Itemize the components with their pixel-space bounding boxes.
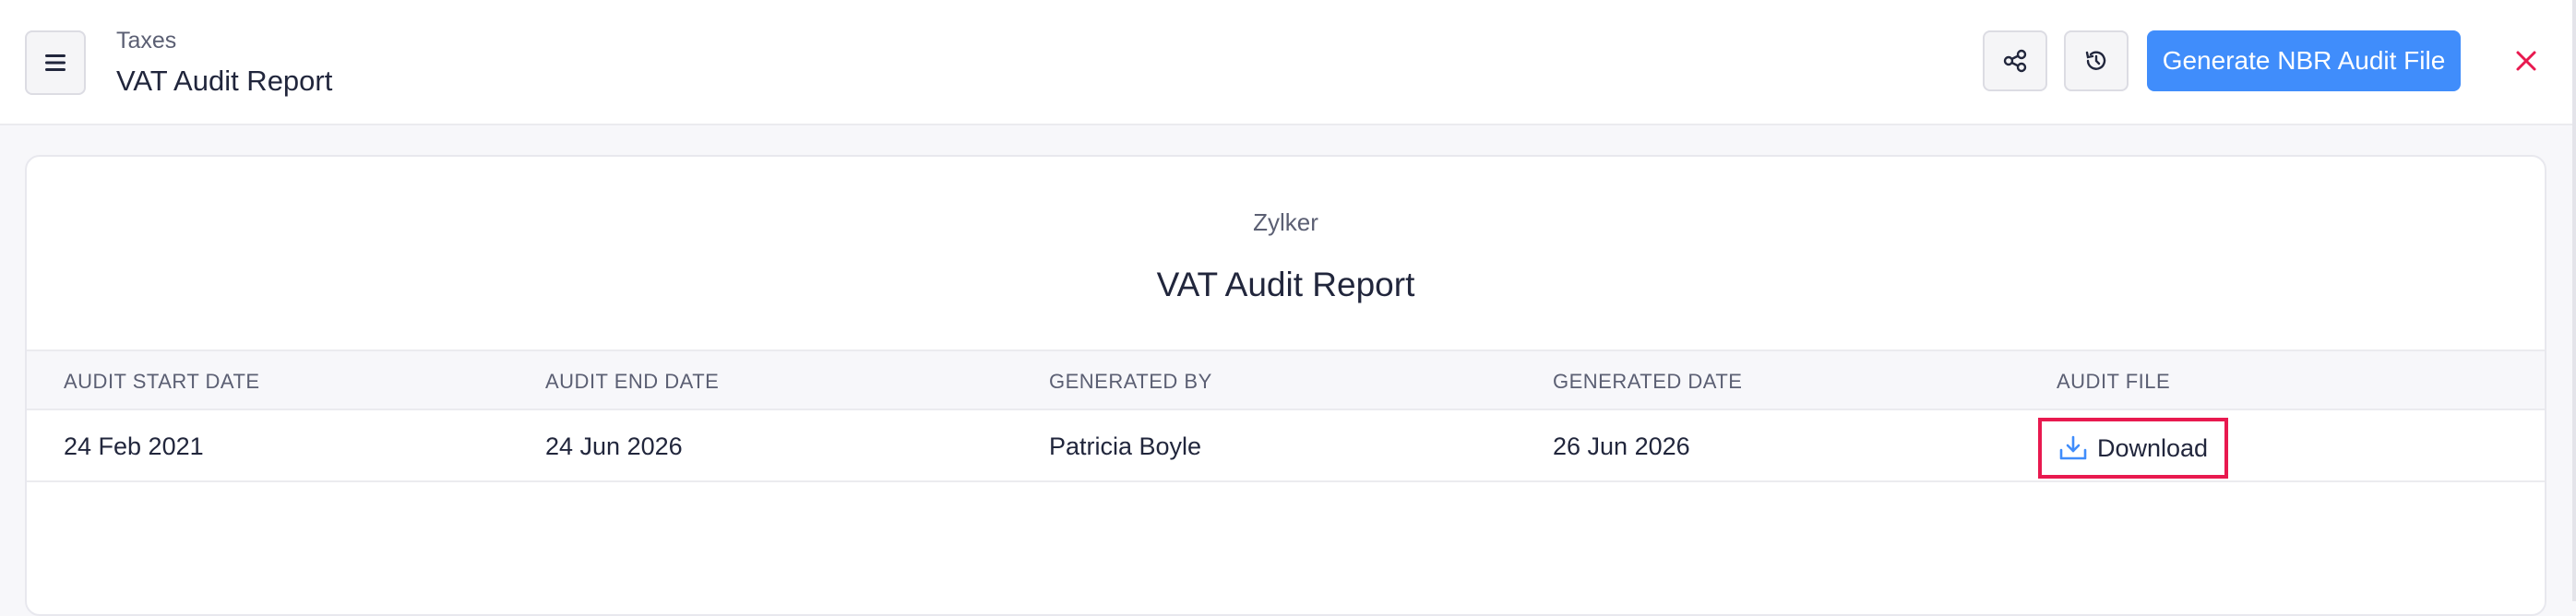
close-button[interactable] (2510, 44, 2543, 77)
cell-audit-end-date: 24 Jun 2026 (545, 432, 683, 460)
cell-generated-date: 26 Jun 2026 (1553, 432, 1690, 460)
menu-button[interactable] (25, 30, 86, 95)
cell-generated-by: Patricia Boyle (1049, 432, 1202, 460)
organization-name: Zylker (1253, 208, 1318, 236)
hamburger-menu-icon (45, 54, 66, 71)
history-button[interactable] (2064, 30, 2129, 91)
table-header: AUDIT START DATE AUDIT END DATE GENERATE… (27, 349, 2545, 410)
cell-audit-start-date: 24 Feb 2021 (64, 432, 204, 460)
page-title: VAT Audit Report (116, 65, 333, 97)
download-label: Download (2097, 433, 2209, 462)
column-header-generated-date: GENERATED DATE (1553, 370, 1743, 393)
report-card: Zylker VAT Audit Report AUDIT START DATE… (25, 155, 2546, 616)
scrollbar-track[interactable] (2572, 0, 2576, 601)
report-title: VAT Audit Report (1156, 266, 1415, 303)
close-icon (2516, 51, 2536, 71)
download-icon (2059, 435, 2087, 460)
share-button[interactable] (1983, 30, 2047, 91)
breadcrumb: Taxes (116, 28, 177, 53)
generate-nbr-audit-file-button[interactable]: Generate NBR Audit File (2147, 30, 2461, 91)
page-header: Taxes VAT Audit Report Generate NBR Audi… (0, 0, 2576, 125)
column-header-audit-file: AUDIT FILE (2057, 370, 2171, 393)
history-icon (2085, 51, 2106, 70)
column-header-audit-start-date: AUDIT START DATE (64, 370, 260, 393)
share-icon (2003, 49, 2027, 73)
table-row: 24 Feb 2021 24 Jun 2026 Patricia Boyle 2… (27, 410, 2545, 482)
column-header-generated-by: GENERATED BY (1049, 370, 1212, 393)
download-audit-file-link[interactable]: Download (2038, 418, 2228, 479)
column-header-audit-end-date: AUDIT END DATE (545, 370, 720, 393)
